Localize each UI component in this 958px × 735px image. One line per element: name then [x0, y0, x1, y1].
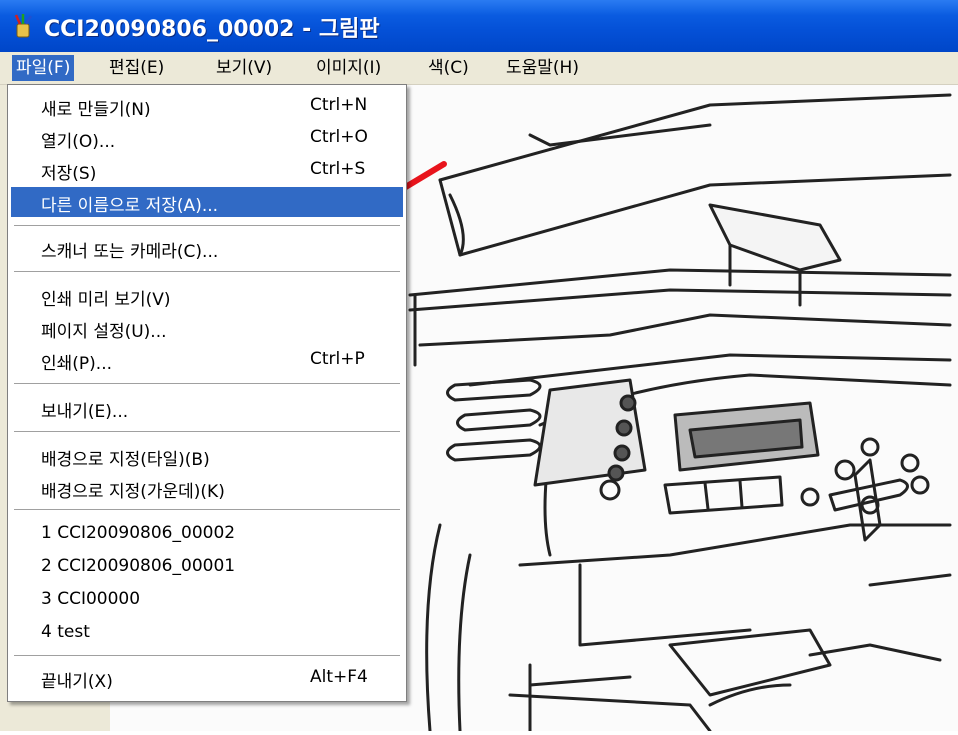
menu-item-scanner-camera[interactable]: 스캐너 또는 카메라(C)...: [11, 233, 403, 263]
menu-separator: [14, 225, 400, 226]
menu-color[interactable]: 색(C): [424, 55, 473, 81]
menu-item-print[interactable]: 인쇄(P)... Ctrl+P: [11, 345, 403, 375]
menu-separator: [14, 431, 400, 432]
menu-bar: 파일(F) 편집(E) 보기(V) 이미지(I) 색(C) 도움말(H): [0, 52, 958, 85]
menu-item-send[interactable]: 보내기(E)...: [11, 393, 403, 423]
menu-item-set-wallpaper-centered[interactable]: 배경으로 지정(가운데)(K): [11, 473, 403, 503]
menu-separator: [14, 271, 400, 272]
menu-item-recent-file-4[interactable]: 4 test: [11, 618, 403, 648]
menu-item-recent-file-1[interactable]: 1 CCI20090806_00002: [11, 519, 403, 549]
menu-file[interactable]: 파일(F): [12, 55, 75, 81]
menu-edit[interactable]: 편집(E): [105, 55, 168, 81]
menu-item-print-preview[interactable]: 인쇄 미리 보기(V): [11, 281, 403, 311]
menu-image[interactable]: 이미지(I): [312, 55, 385, 81]
menu-item-save-as[interactable]: 다른 이름으로 저장(A)...: [11, 187, 403, 217]
menu-item-page-setup[interactable]: 페이지 설정(U)...: [11, 313, 403, 343]
menu-help[interactable]: 도움말(H): [502, 55, 583, 81]
menu-item-recent-file-2[interactable]: 2 CCI20090806_00001: [11, 552, 403, 582]
menu-separator: [14, 655, 400, 656]
paint-app-icon[interactable]: [10, 13, 36, 39]
title-bar: CCI20090806_00002 - 그림판: [0, 0, 958, 52]
menu-item-set-wallpaper-tiled[interactable]: 배경으로 지정(타일)(B): [11, 441, 403, 471]
menu-view[interactable]: 보기(V): [212, 55, 276, 81]
file-menu-dropdown: 새로 만들기(N) Ctrl+N 열기(O)... Ctrl+O 저장(S) C…: [7, 84, 407, 702]
menu-separator: [14, 383, 400, 384]
menu-separator: [14, 509, 400, 510]
menu-item-save[interactable]: 저장(S) Ctrl+S: [11, 155, 403, 185]
menu-item-open[interactable]: 열기(O)... Ctrl+O: [11, 123, 403, 153]
window-title: CCI20090806_00002 - 그림판: [44, 17, 380, 42]
menu-item-recent-file-3[interactable]: 3 CCI00000: [11, 585, 403, 615]
menu-item-new[interactable]: 새로 만들기(N) Ctrl+N: [11, 91, 403, 121]
menu-item-exit[interactable]: 끝내기(X) Alt+F4: [11, 663, 403, 693]
